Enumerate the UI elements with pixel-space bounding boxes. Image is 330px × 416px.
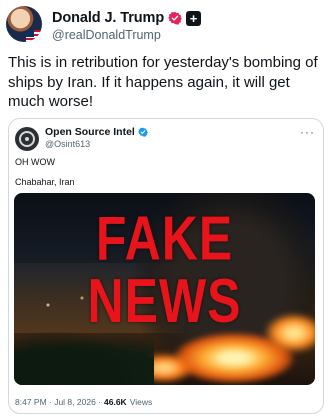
quoted-author-display-name[interactable]: Open Source Intel [45,126,135,138]
post-metadata: 8:47 PM · Jul 8, 2026 · 46.6K Views [15,397,152,407]
author-avatar[interactable] [6,6,42,42]
flag-icon [26,30,42,42]
author-handle[interactable]: @realDonaldTrump [52,28,161,42]
tree-silhouette [14,330,154,385]
quoted-author-avatar[interactable] [15,127,39,151]
post-text: This is in retribution for yesterday's b… [8,54,318,110]
quoted-post[interactable]: Open Source Intel @Osint613 ··· OH WOW C… [8,118,324,414]
verified-badge-icon [168,11,182,25]
eye-logo-icon [19,131,35,147]
quoted-author-handle[interactable]: @Osint613 [45,139,90,149]
views-label: Views [129,397,153,407]
plus-badge-icon: + [186,10,202,26]
views-count: 46.6K [104,397,127,407]
more-options-icon[interactable]: ··· [300,125,315,139]
author-name-line: Donald J. Trump + [52,10,202,26]
quoted-post-text: OH WOW [15,157,55,167]
verified-badge-icon [137,127,148,137]
quoted-post-image[interactable]: FAKE NEWS [14,193,315,385]
quoted-author-name-line: Open Source Intel [45,126,148,138]
fake-news-overlay: FAKE NEWS [87,203,242,336]
author-display-name[interactable]: Donald J. Trump [52,10,164,26]
quoted-post-location: Chabahar, Iran [15,177,75,187]
post-timestamp[interactable]: 8:47 PM · Jul 8, 2026 · [15,397,101,407]
post-header: Donald J. Trump + @realDonaldTrump [6,6,324,46]
